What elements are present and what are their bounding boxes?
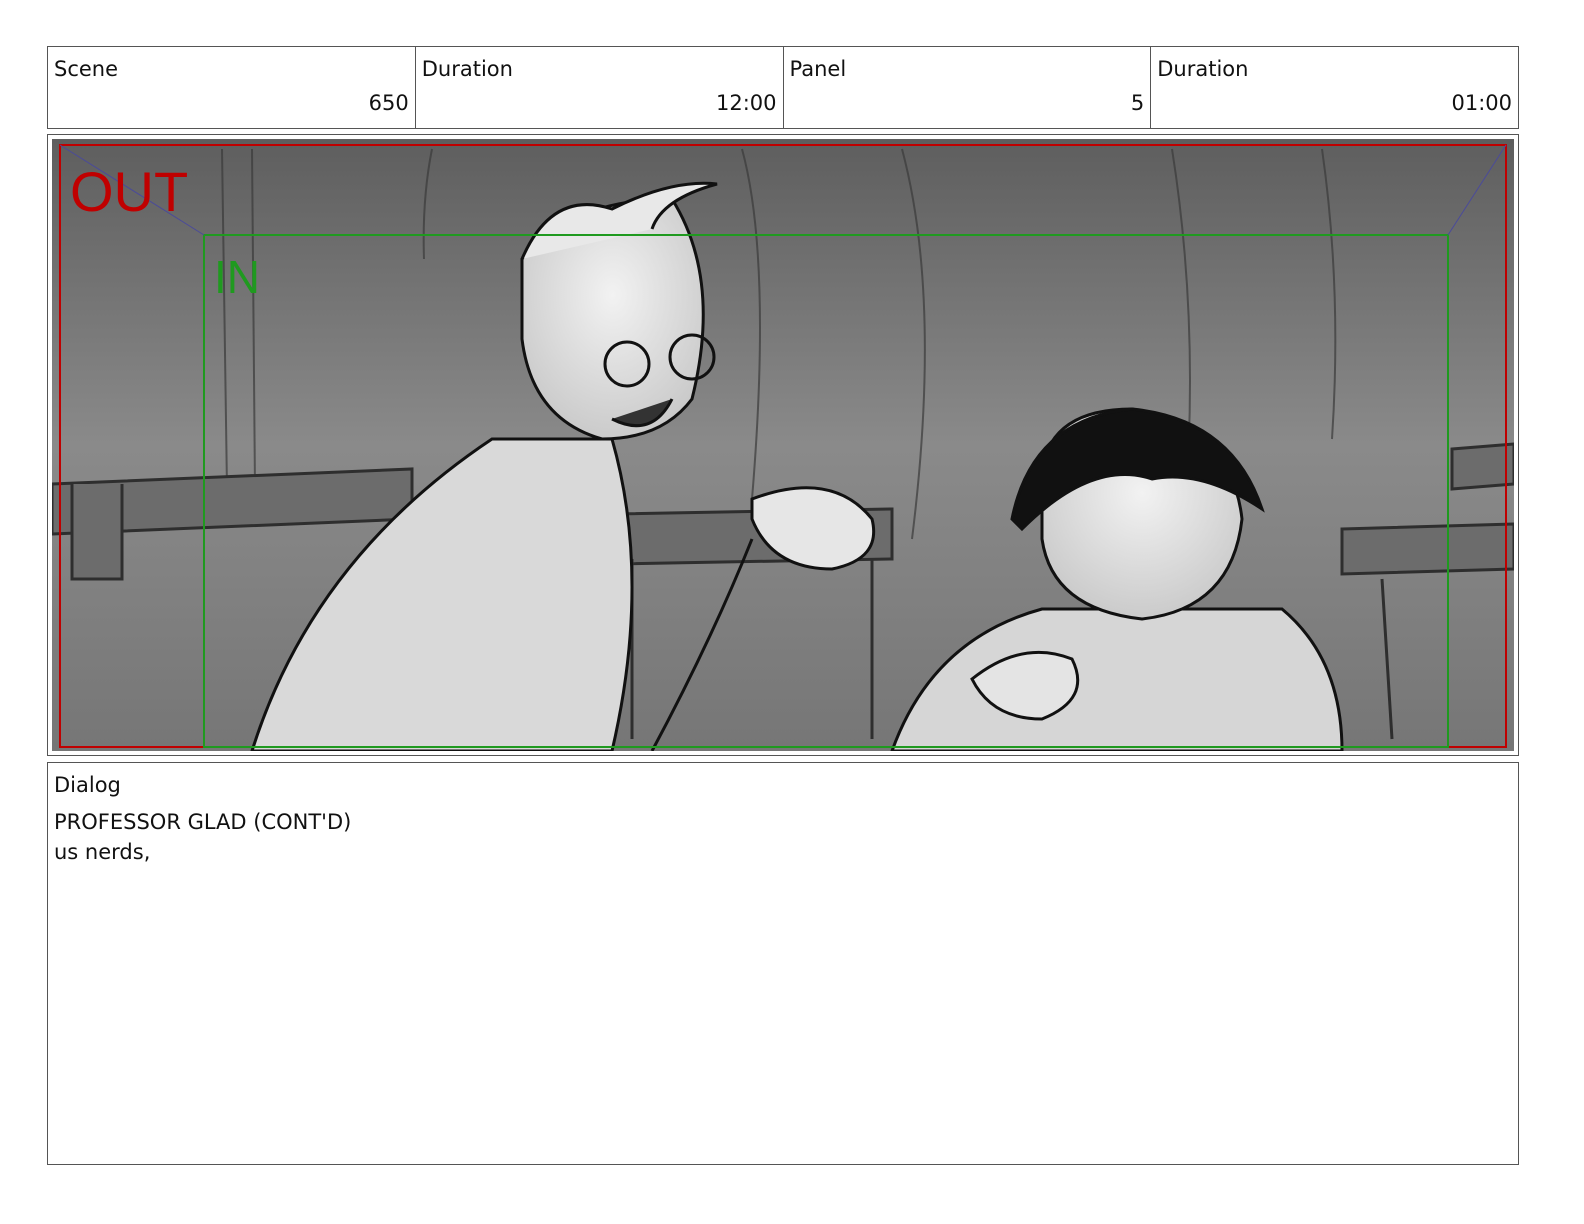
storyboard-panel-frame: OUT IN	[47, 134, 1519, 756]
scene-info-table: Scene 650 Duration 12:00 Panel 5 Duratio…	[47, 46, 1519, 129]
in-guide-label: IN	[214, 251, 260, 303]
dialog-label: Dialog	[54, 773, 121, 797]
sketch-drawing: OUT IN	[52, 139, 1514, 751]
scene-cell: Scene 650	[48, 47, 416, 128]
panel-label: Panel	[789, 57, 847, 81]
storyboard-sketch-image: OUT IN	[52, 139, 1514, 751]
scene-number: 650	[368, 91, 409, 115]
dialog-character-line: PROFESSOR GLAD (CONT'D)	[54, 810, 352, 834]
panel-duration-cell: Duration 01:00	[1151, 47, 1518, 128]
dialog-speech-line: us nerds,	[54, 840, 151, 864]
out-guide-label: OUT	[70, 160, 188, 223]
scene-duration-value: 12:00	[715, 91, 777, 115]
scene-duration-cell: Duration 12:00	[416, 47, 784, 128]
panel-duration-label: Duration	[1157, 57, 1249, 81]
scene-duration-label: Duration	[421, 57, 513, 81]
scene-label: Scene	[54, 57, 119, 81]
panel-duration-value: 01:00	[1451, 91, 1512, 115]
dialog-text: PROFESSOR GLAD (CONT'D) us nerds,	[54, 807, 351, 867]
panel-number: 5	[1130, 91, 1145, 115]
panel-cell: Panel 5	[784, 47, 1152, 128]
dialog-box: Dialog PROFESSOR GLAD (CONT'D) us nerds,	[47, 762, 1519, 1165]
